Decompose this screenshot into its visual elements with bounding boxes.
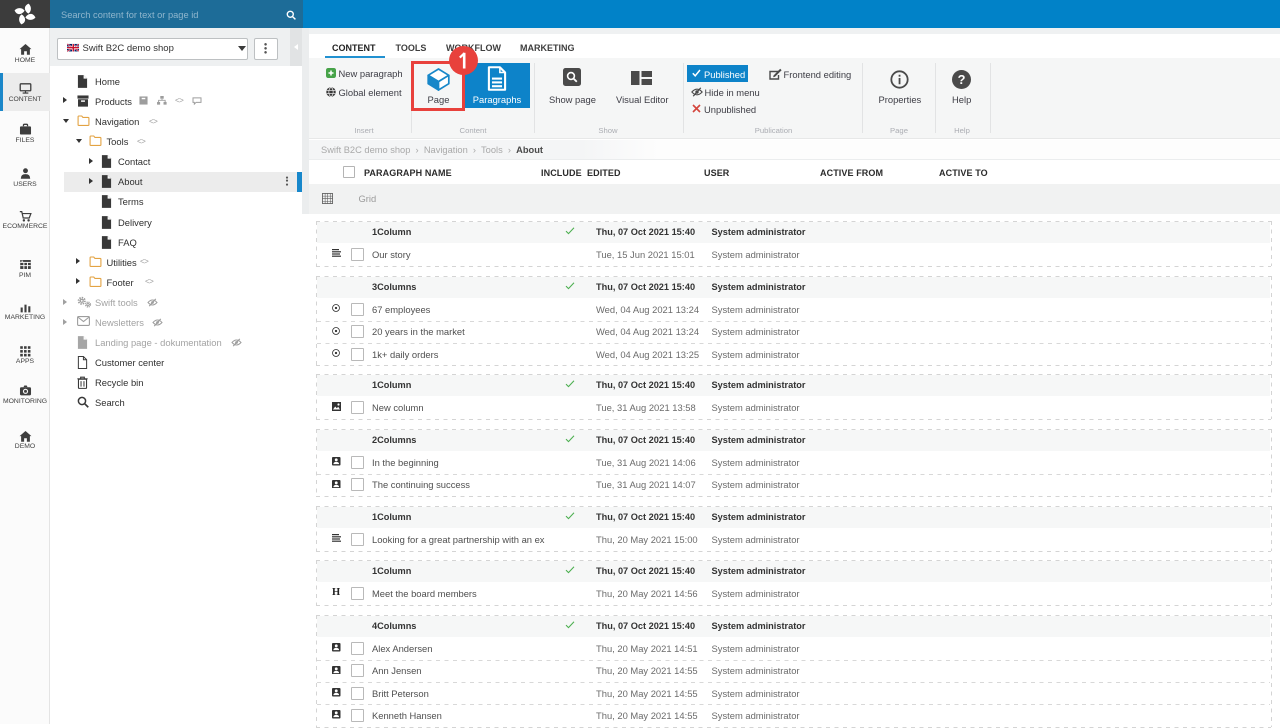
svg-text:?: ? (958, 72, 966, 87)
